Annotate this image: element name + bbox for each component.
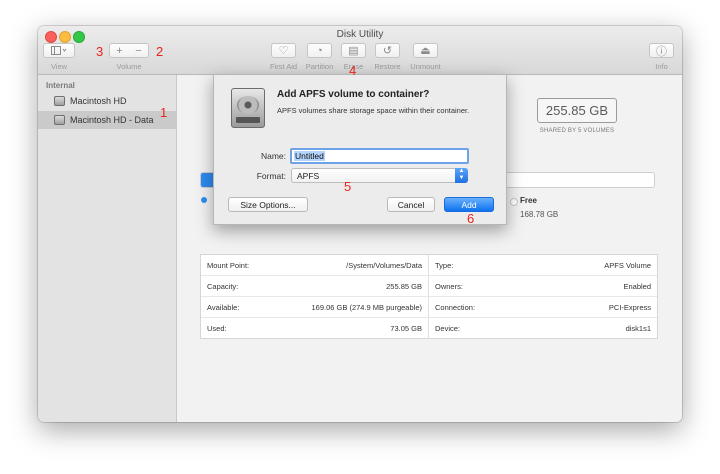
- add-button[interactable]: Add: [444, 197, 494, 212]
- name-input[interactable]: Untitled: [290, 148, 469, 164]
- info-key: Type:: [435, 260, 454, 270]
- free-legend-dot: [510, 198, 518, 206]
- dialog-description: APFS volumes share storage space within …: [277, 106, 470, 115]
- info-value: APFS Volume: [604, 260, 651, 270]
- select-arrows-icon: ▲ ▼: [455, 168, 468, 183]
- info-value: 73.05 GB: [390, 324, 422, 333]
- shared-caption: SHARED BY 5 VOLUMES: [539, 128, 615, 134]
- view-label: View: [50, 62, 68, 71]
- info-icon: ⓘ: [656, 45, 667, 58]
- first-aid-label: First Aid: [269, 62, 298, 71]
- info-value: 255.85 GB: [386, 281, 422, 291]
- sidebar-view-icon: [51, 46, 67, 55]
- sidebar-item-macintosh-hd-data[interactable]: Macintosh HD - Data: [38, 111, 176, 129]
- info-value: /System/Volumes/Data: [346, 260, 422, 270]
- size-options-button[interactable]: Size Options...: [228, 197, 308, 212]
- sidebar-item-label: Macintosh HD - Data: [70, 115, 154, 125]
- annotation-6: 6: [467, 211, 475, 226]
- partition-button[interactable]: ◔: [307, 43, 332, 58]
- format-label: Format:: [256, 171, 286, 181]
- info-row: Capacity: 255.85 GB: [201, 276, 429, 297]
- info-label: Info: [655, 62, 668, 71]
- volume-segmented-control: + −: [109, 43, 149, 58]
- eject-icon: ⏏: [420, 45, 431, 57]
- disk-icon: [54, 96, 65, 106]
- info-row: Available: 169.06 GB (274.9 MB purgeable): [201, 297, 429, 318]
- info-table: Mount Point: /System/Volumes/Data Capacit…: [200, 254, 658, 339]
- info-value: 169.06 GB (274.9 MB purgeable): [311, 302, 423, 312]
- unmount-button[interactable]: ⏏: [413, 43, 438, 58]
- info-row: Type: APFS Volume: [429, 255, 657, 276]
- info-key: Connection:: [435, 302, 476, 312]
- format-select-value: APFS: [297, 170, 320, 181]
- add-volume-button[interactable]: +: [116, 45, 122, 57]
- format-select[interactable]: APFS ▲ ▼: [291, 168, 468, 183]
- info-value: PCI-Express: [608, 302, 651, 312]
- annotation-3: 3: [96, 44, 104, 59]
- annotation-4: 4: [349, 63, 357, 78]
- info-row: Connection: PCI-Express: [429, 297, 657, 318]
- view-button[interactable]: [43, 43, 75, 58]
- info-value: Enabled: [623, 281, 651, 291]
- restore-button[interactable]: ↺: [375, 43, 400, 58]
- window-title: Disk Utility: [336, 29, 384, 40]
- info-key: Used:: [207, 324, 227, 333]
- info-row: Used: 73.05 GB: [201, 318, 429, 339]
- capacity-display: 255.85 GB: [537, 98, 617, 123]
- annotation-5: 5: [344, 179, 352, 194]
- info-button[interactable]: ⓘ: [649, 43, 674, 58]
- free-value: 168.78 GB: [520, 210, 559, 219]
- erase-button[interactable]: ▤: [341, 43, 366, 58]
- used-legend-dot: [201, 197, 207, 203]
- volume-label: Volume: [116, 62, 142, 71]
- first-aid-button[interactable]: ♡: [271, 43, 296, 58]
- partition-icon: ◔: [316, 44, 323, 57]
- cancel-button[interactable]: Cancel: [387, 197, 435, 212]
- sidebar-item-label: Macintosh HD: [70, 96, 127, 106]
- partition-label: Partition: [305, 62, 334, 71]
- info-key: Available:: [207, 302, 240, 312]
- hard-drive-icon: [231, 88, 265, 128]
- toolbar: Disk Utility View + − Volume ♡ First Aid…: [38, 26, 682, 75]
- info-key: Capacity:: [207, 281, 239, 291]
- erase-icon: ▤: [348, 45, 359, 57]
- remove-volume-button[interactable]: −: [135, 45, 141, 57]
- free-label: Free: [520, 196, 537, 205]
- annotation-1: 1: [160, 105, 168, 120]
- info-key: Device:: [435, 324, 461, 333]
- restore-label: Restore: [374, 62, 401, 71]
- name-label: Name:: [260, 151, 286, 161]
- sidebar-item-macintosh-hd[interactable]: Macintosh HD: [38, 92, 176, 110]
- info-row: Device: disk1s1: [429, 318, 657, 339]
- sidebar-section-internal: Internal: [46, 81, 75, 90]
- info-key: Mount Point:: [207, 260, 250, 270]
- info-row: Owners: Enabled: [429, 276, 657, 297]
- name-input-value: Untitled: [294, 151, 325, 161]
- annotation-2: 2: [156, 44, 164, 59]
- dialog-title: Add APFS volume to container?: [277, 89, 430, 100]
- disk-icon: [54, 115, 65, 125]
- add-volume-dialog: Add APFS volume to container? APFS volum…: [213, 74, 507, 225]
- unmount-label: Unmount: [410, 62, 441, 71]
- restore-icon: ↺: [382, 45, 393, 57]
- info-row: Mount Point: /System/Volumes/Data: [201, 255, 429, 276]
- info-key: Owners:: [435, 281, 463, 291]
- stethoscope-icon: ♡: [278, 45, 289, 57]
- info-value: disk1s1: [625, 324, 651, 333]
- sidebar: Internal Macintosh HD Macintosh HD - Dat…: [38, 75, 177, 422]
